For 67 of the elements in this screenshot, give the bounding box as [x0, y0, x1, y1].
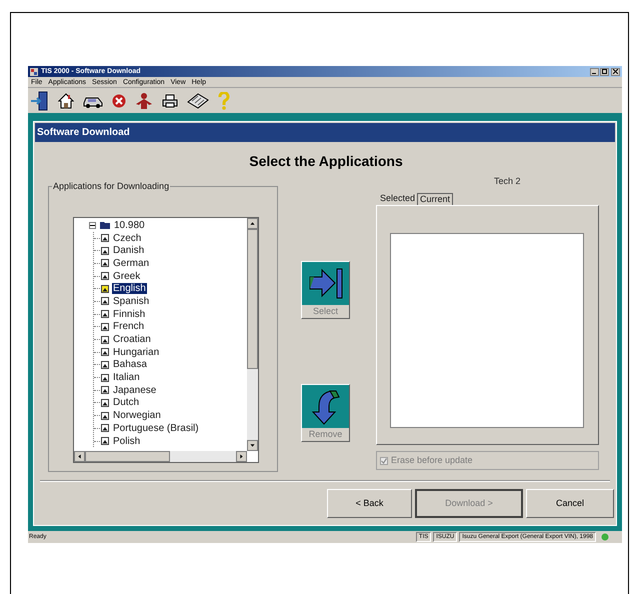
document-icon [101, 360, 109, 369]
document-icon [101, 398, 109, 407]
document-icon [101, 386, 109, 394]
expander-icon[interactable] [89, 222, 96, 229]
tree-item[interactable]: Spanish [112, 296, 150, 307]
document-icon [101, 424, 109, 432]
nav-button[interactable]: < Back [327, 489, 412, 518]
document-icon [101, 336, 109, 344]
device-label: Tech 2 [494, 176, 521, 187]
scroll-thumb[interactable] [85, 451, 170, 462]
page-heading: Select the Applications [248, 153, 404, 170]
stop-icon[interactable] [112, 94, 126, 108]
document-icon [101, 374, 109, 382]
document-icon [101, 348, 109, 356]
vertical-scrollbar[interactable] [247, 218, 258, 451]
document-icon [101, 412, 109, 420]
folder-icon [100, 221, 110, 230]
document-icon [101, 284, 109, 293]
group-label: Applications for Downloading [52, 180, 170, 192]
tree-item[interactable]: Czech [112, 232, 142, 244]
scroll-right-icon[interactable] [236, 451, 247, 462]
nav-button[interactable]: Cancel [526, 489, 614, 518]
tree-item[interactable]: Portuguese (Brasil) [112, 422, 200, 434]
tab[interactable]: Current [417, 193, 454, 205]
maximize-icon [602, 69, 607, 74]
tree-item[interactable]: Hungarian [112, 346, 160, 358]
panel-header: Software Download [35, 123, 615, 142]
tree-item[interactable]: French [112, 321, 146, 332]
person-icon[interactable] [135, 92, 153, 110]
scroll-left-icon[interactable] [74, 451, 85, 462]
document-icon [101, 246, 109, 255]
tree-item[interactable]: Dutch [112, 397, 140, 408]
document-icon [101, 310, 109, 318]
minimize-icon [592, 72, 597, 74]
erase-label: Erase before update [391, 455, 473, 466]
connection-light-icon [601, 533, 609, 541]
minimize-button[interactable] [590, 68, 599, 76]
arrow-into-bar-icon [302, 262, 349, 305]
tree-item[interactable]: English [112, 283, 147, 294]
curved-arrow-down-icon [302, 385, 349, 428]
tree-item[interactable]: Bahasa [112, 359, 148, 370]
tree-item[interactable]: 10.980 [114, 220, 145, 231]
tree-item[interactable]: Polish [112, 436, 142, 447]
tree-item[interactable]: Japanese [112, 384, 158, 396]
maximize-button[interactable] [600, 68, 609, 76]
tree-item[interactable]: German [112, 258, 150, 269]
document-icon [101, 297, 109, 306]
document-icon [101, 272, 109, 280]
close-icon [613, 69, 618, 74]
document-icon [101, 259, 109, 268]
scroll-up-icon[interactable] [247, 218, 258, 229]
document-icon [101, 437, 109, 446]
tree-item[interactable]: Finnish [112, 308, 146, 320]
scroll-thumb[interactable] [247, 229, 258, 369]
document-icon [101, 322, 109, 331]
printer-icon[interactable] [162, 94, 178, 108]
home-icon[interactable] [58, 92, 74, 108]
scroll-down-icon[interactable] [247, 440, 258, 451]
horizontal-scrollbar[interactable] [74, 451, 247, 462]
tree-item[interactable]: Norwegian [112, 410, 162, 422]
document-icon [101, 234, 109, 242]
exit-door-icon[interactable] [31, 90, 49, 110]
tree-item[interactable]: Greek [112, 270, 142, 282]
tree-item[interactable]: Croatian [112, 334, 152, 346]
tree-item[interactable]: Italian [112, 372, 141, 384]
close-button[interactable] [611, 68, 620, 76]
tree-item[interactable]: Danish [112, 245, 146, 256]
